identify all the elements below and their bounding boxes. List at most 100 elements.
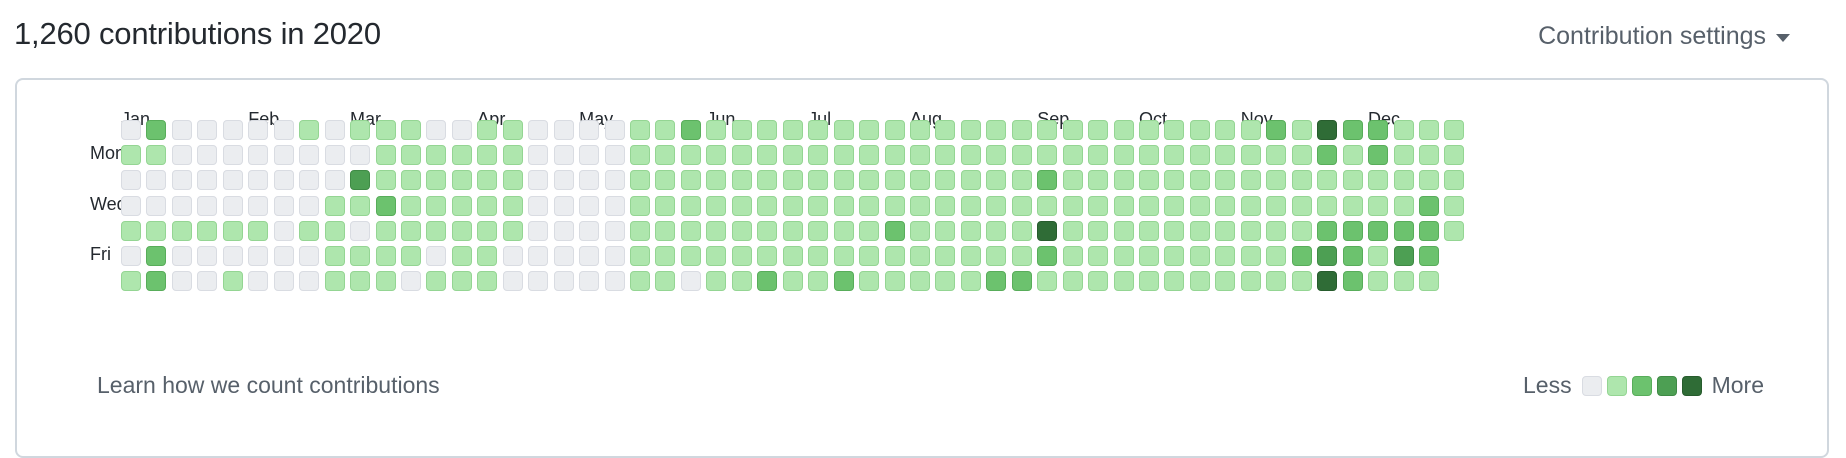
contribution-day-cell[interactable]	[986, 246, 1007, 266]
contribution-day-cell[interactable]	[222, 271, 243, 292]
contribution-day-cell[interactable]	[1113, 120, 1134, 140]
contribution-day-cell[interactable]	[146, 170, 167, 191]
contribution-day-cell[interactable]	[986, 195, 1007, 216]
contribution-day-cell[interactable]	[1011, 220, 1032, 241]
contribution-day-cell[interactable]	[909, 145, 930, 166]
contribution-day-cell[interactable]	[1444, 220, 1465, 241]
contribution-day-cell[interactable]	[859, 220, 880, 241]
contribution-day-cell[interactable]	[782, 145, 803, 166]
contribution-day-cell[interactable]	[528, 271, 549, 292]
contribution-day-cell[interactable]	[350, 246, 371, 266]
contribution-day-cell[interactable]	[1291, 120, 1312, 140]
contribution-day-cell[interactable]	[579, 246, 600, 266]
contribution-day-cell[interactable]	[782, 195, 803, 216]
contribution-day-cell[interactable]	[477, 170, 498, 191]
contribution-settings-dropdown[interactable]: Contribution settings	[1538, 22, 1790, 51]
contribution-day-cell[interactable]	[960, 220, 981, 241]
contribution-day-cell[interactable]	[1215, 195, 1236, 216]
contribution-day-cell[interactable]	[146, 120, 167, 140]
contribution-day-cell[interactable]	[859, 195, 880, 216]
contribution-day-cell[interactable]	[248, 120, 269, 140]
contribution-day-cell[interactable]	[1240, 220, 1261, 241]
contribution-day-cell[interactable]	[1062, 120, 1083, 140]
contribution-day-cell[interactable]	[604, 271, 625, 292]
contribution-day-cell[interactable]	[1164, 120, 1185, 140]
contribution-day-cell[interactable]	[171, 195, 192, 216]
contribution-day-cell[interactable]	[477, 120, 498, 140]
contribution-day-cell[interactable]	[808, 145, 829, 166]
contribution-day-cell[interactable]	[604, 120, 625, 140]
contribution-day-cell[interactable]	[350, 145, 371, 166]
contribution-day-cell[interactable]	[1393, 145, 1414, 166]
contribution-day-cell[interactable]	[859, 246, 880, 266]
contribution-day-cell[interactable]	[731, 170, 752, 191]
contribution-day-cell[interactable]	[426, 120, 447, 140]
contribution-day-cell[interactable]	[400, 195, 421, 216]
contribution-day-cell[interactable]	[273, 170, 294, 191]
contribution-day-cell[interactable]	[1444, 195, 1465, 216]
contribution-day-cell[interactable]	[960, 246, 981, 266]
contribution-day-cell[interactable]	[935, 120, 956, 140]
contribution-day-cell[interactable]	[171, 246, 192, 266]
contribution-day-cell[interactable]	[604, 170, 625, 191]
contribution-day-cell[interactable]	[731, 246, 752, 266]
contribution-day-cell[interactable]	[146, 220, 167, 241]
contribution-day-cell[interactable]	[731, 120, 752, 140]
contribution-day-cell[interactable]	[1215, 220, 1236, 241]
contribution-day-cell[interactable]	[1139, 120, 1159, 140]
contribution-day-cell[interactable]	[1113, 195, 1134, 216]
contribution-day-cell[interactable]	[477, 195, 498, 216]
contribution-day-cell[interactable]	[1088, 271, 1109, 292]
contribution-day-cell[interactable]	[528, 145, 549, 166]
contribution-day-cell[interactable]	[1189, 170, 1210, 191]
contribution-day-cell[interactable]	[1393, 246, 1414, 266]
contribution-day-cell[interactable]	[273, 195, 294, 216]
contribution-day-cell[interactable]	[1291, 170, 1312, 191]
contribution-day-cell[interactable]	[324, 271, 345, 292]
contribution-day-cell[interactable]	[680, 246, 701, 266]
contribution-day-cell[interactable]	[579, 271, 600, 292]
contribution-day-cell[interactable]	[273, 145, 294, 166]
contribution-day-cell[interactable]	[1037, 220, 1058, 241]
contribution-day-cell[interactable]	[1342, 246, 1363, 266]
contribution-day-cell[interactable]	[604, 195, 625, 216]
contribution-day-cell[interactable]	[935, 271, 956, 292]
contribution-day-cell[interactable]	[1113, 145, 1134, 166]
contribution-day-cell[interactable]	[502, 120, 523, 140]
contribution-day-cell[interactable]	[782, 170, 803, 191]
contribution-day-cell[interactable]	[528, 220, 549, 241]
contribution-day-cell[interactable]	[935, 145, 956, 166]
contribution-day-cell[interactable]	[1444, 120, 1465, 140]
contribution-day-cell[interactable]	[273, 220, 294, 241]
contribution-day-cell[interactable]	[630, 271, 650, 292]
contribution-day-cell[interactable]	[808, 120, 829, 140]
contribution-day-cell[interactable]	[935, 170, 956, 191]
contribution-day-cell[interactable]	[248, 170, 269, 191]
contribution-day-cell[interactable]	[757, 145, 778, 166]
contribution-day-cell[interactable]	[1139, 195, 1159, 216]
contribution-day-cell[interactable]	[1011, 246, 1032, 266]
contribution-day-cell[interactable]	[1342, 220, 1363, 241]
contribution-day-cell[interactable]	[502, 145, 523, 166]
contribution-day-cell[interactable]	[1240, 246, 1261, 266]
contribution-day-cell[interactable]	[1011, 170, 1032, 191]
contribution-day-cell[interactable]	[1317, 145, 1338, 166]
contribution-day-cell[interactable]	[299, 145, 320, 166]
contribution-day-cell[interactable]	[121, 170, 141, 191]
contribution-day-cell[interactable]	[400, 145, 421, 166]
contribution-day-cell[interactable]	[324, 170, 345, 191]
contribution-day-cell[interactable]	[1240, 195, 1261, 216]
contribution-day-cell[interactable]	[1418, 120, 1439, 140]
contribution-day-cell[interactable]	[1266, 170, 1287, 191]
contribution-day-cell[interactable]	[197, 220, 218, 241]
contribution-day-cell[interactable]	[222, 145, 243, 166]
contribution-day-cell[interactable]	[1342, 145, 1363, 166]
contribution-day-cell[interactable]	[324, 220, 345, 241]
contribution-day-cell[interactable]	[451, 246, 472, 266]
contribution-day-cell[interactable]	[782, 246, 803, 266]
contribution-day-cell[interactable]	[1062, 271, 1083, 292]
contribution-day-cell[interactable]	[986, 170, 1007, 191]
contribution-day-cell[interactable]	[833, 195, 854, 216]
contribution-day-cell[interactable]	[553, 170, 574, 191]
contribution-day-cell[interactable]	[1266, 220, 1287, 241]
